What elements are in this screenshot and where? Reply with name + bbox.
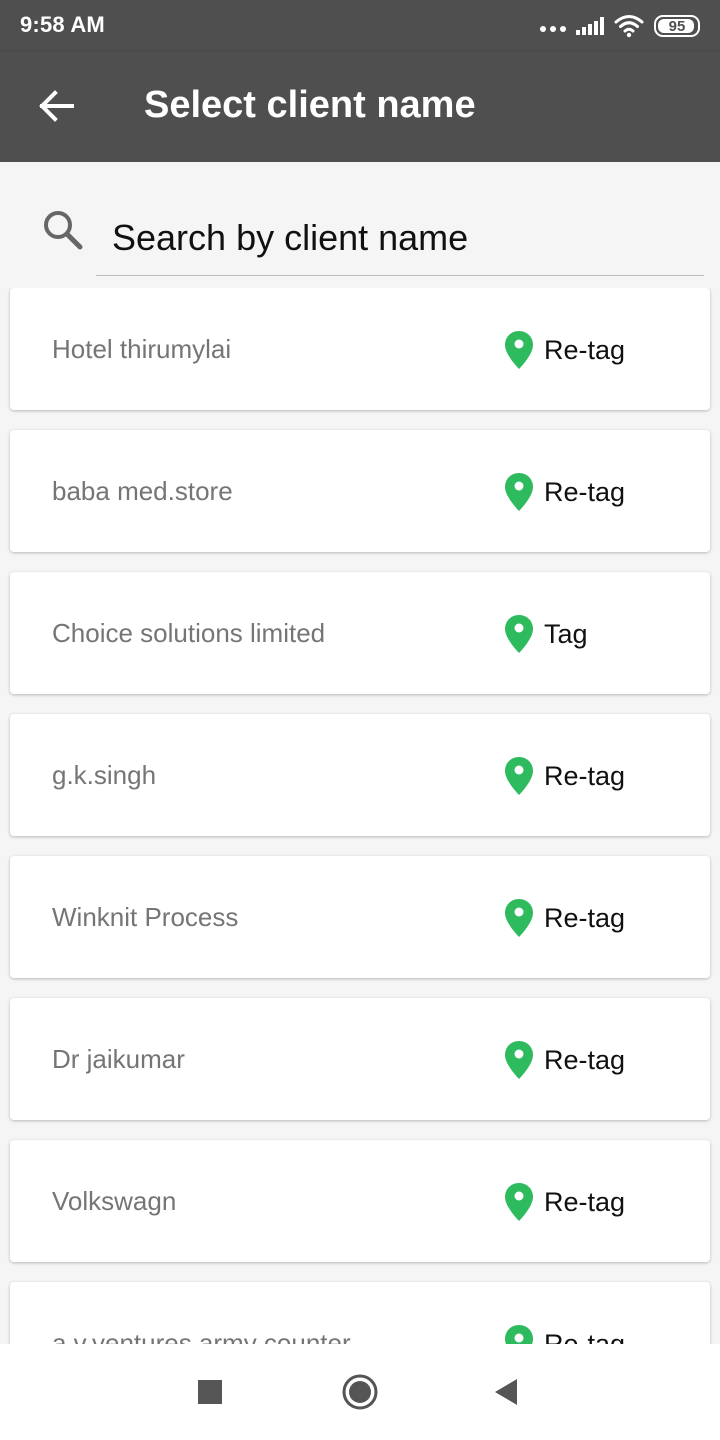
- tag-button[interactable]: Re-tag: [504, 1180, 625, 1224]
- tag-label: Re-tag: [544, 760, 626, 791]
- client-card[interactable]: Dr jaikumar Re-tag: [10, 998, 710, 1120]
- recents-button[interactable]: [184, 1366, 236, 1418]
- client-card[interactable]: Hotel thirumylai Re-tag: [10, 288, 710, 410]
- app-bar: Select client name: [0, 52, 720, 162]
- client-name: baba med.store: [52, 476, 233, 506]
- location-pin-icon: [505, 1183, 533, 1221]
- more-dots-icon: [540, 26, 566, 32]
- tag-button[interactable]: Re-tag: [504, 328, 625, 372]
- client-card[interactable]: g.k.singh Re-tag: [10, 714, 710, 836]
- tag-button[interactable]: Tag: [504, 612, 588, 656]
- client-name: Hotel thirumylai: [52, 334, 232, 364]
- location-pin-icon: [505, 1325, 533, 1344]
- client-name: Winknit Process: [52, 902, 239, 932]
- tag-label: Re-tag: [544, 902, 626, 933]
- client-name: Volkswagn: [52, 1186, 177, 1216]
- search-icon: [44, 211, 83, 250]
- tag-label: Re-tag: [544, 1044, 626, 1075]
- wifi-icon: [614, 15, 644, 38]
- client-card[interactable]: baba med.store Re-tag: [10, 430, 710, 552]
- location-pin-icon: [505, 899, 533, 937]
- home-button[interactable]: [334, 1366, 386, 1418]
- location-pin-icon: [505, 1041, 533, 1079]
- client-card[interactable]: Choice solutions limited Tag: [10, 572, 710, 694]
- tag-label: Re-tag: [544, 476, 626, 507]
- search-input[interactable]: [96, 200, 704, 276]
- battery-level: 95: [668, 17, 686, 35]
- status-bar: 9:58 AM 95: [0, 0, 720, 52]
- tag-label: Re-tag: [544, 334, 626, 365]
- tag-button[interactable]: Re-tag: [504, 754, 625, 798]
- location-pin-icon: [505, 615, 533, 653]
- tag-button[interactable]: Re-tag: [504, 896, 625, 940]
- tag-button[interactable]: Re-tag: [504, 1038, 625, 1082]
- client-name: g.k.singh: [52, 760, 157, 790]
- tag-label: Re-tag: [544, 1328, 626, 1345]
- back-arrow-icon: [39, 90, 74, 122]
- system-back-button[interactable]: [480, 1366, 532, 1418]
- client-card[interactable]: a.v.ventures army counter Re-tag: [10, 1282, 710, 1344]
- client-list: Hotel thirumylai Re-tag baba med.store Re-t…: [0, 288, 720, 1344]
- page-title: Select client name: [144, 84, 476, 126]
- location-pin-icon: [505, 473, 533, 511]
- nav-bar: [0, 1344, 720, 1440]
- battery-icon: 95: [654, 15, 700, 37]
- client-name: Dr jaikumar: [52, 1044, 185, 1074]
- status-icons: 95: [540, 12, 700, 40]
- back-button[interactable]: [24, 74, 88, 138]
- client-name: Choice solutions limited: [52, 618, 326, 648]
- home-circle-icon: [342, 1374, 378, 1410]
- client-name: a.v.ventures army counter: [52, 1328, 351, 1344]
- location-pin-icon: [505, 757, 533, 795]
- status-time: 9:58 AM: [20, 12, 105, 37]
- client-card[interactable]: Winknit Process Re-tag: [10, 856, 710, 978]
- recents-square-icon: [198, 1380, 222, 1404]
- tag-button[interactable]: Re-tag: [504, 470, 625, 514]
- tag-label: Re-tag: [544, 1186, 626, 1217]
- back-triangle-icon: [495, 1379, 517, 1405]
- tag-label: Tag: [544, 618, 588, 649]
- client-card[interactable]: Volkswagn Re-tag: [10, 1140, 710, 1262]
- search-bar: [0, 162, 720, 278]
- signal-icon: [576, 17, 604, 35]
- location-pin-icon: [505, 331, 533, 369]
- tag-button[interactable]: Re-tag: [504, 1322, 625, 1344]
